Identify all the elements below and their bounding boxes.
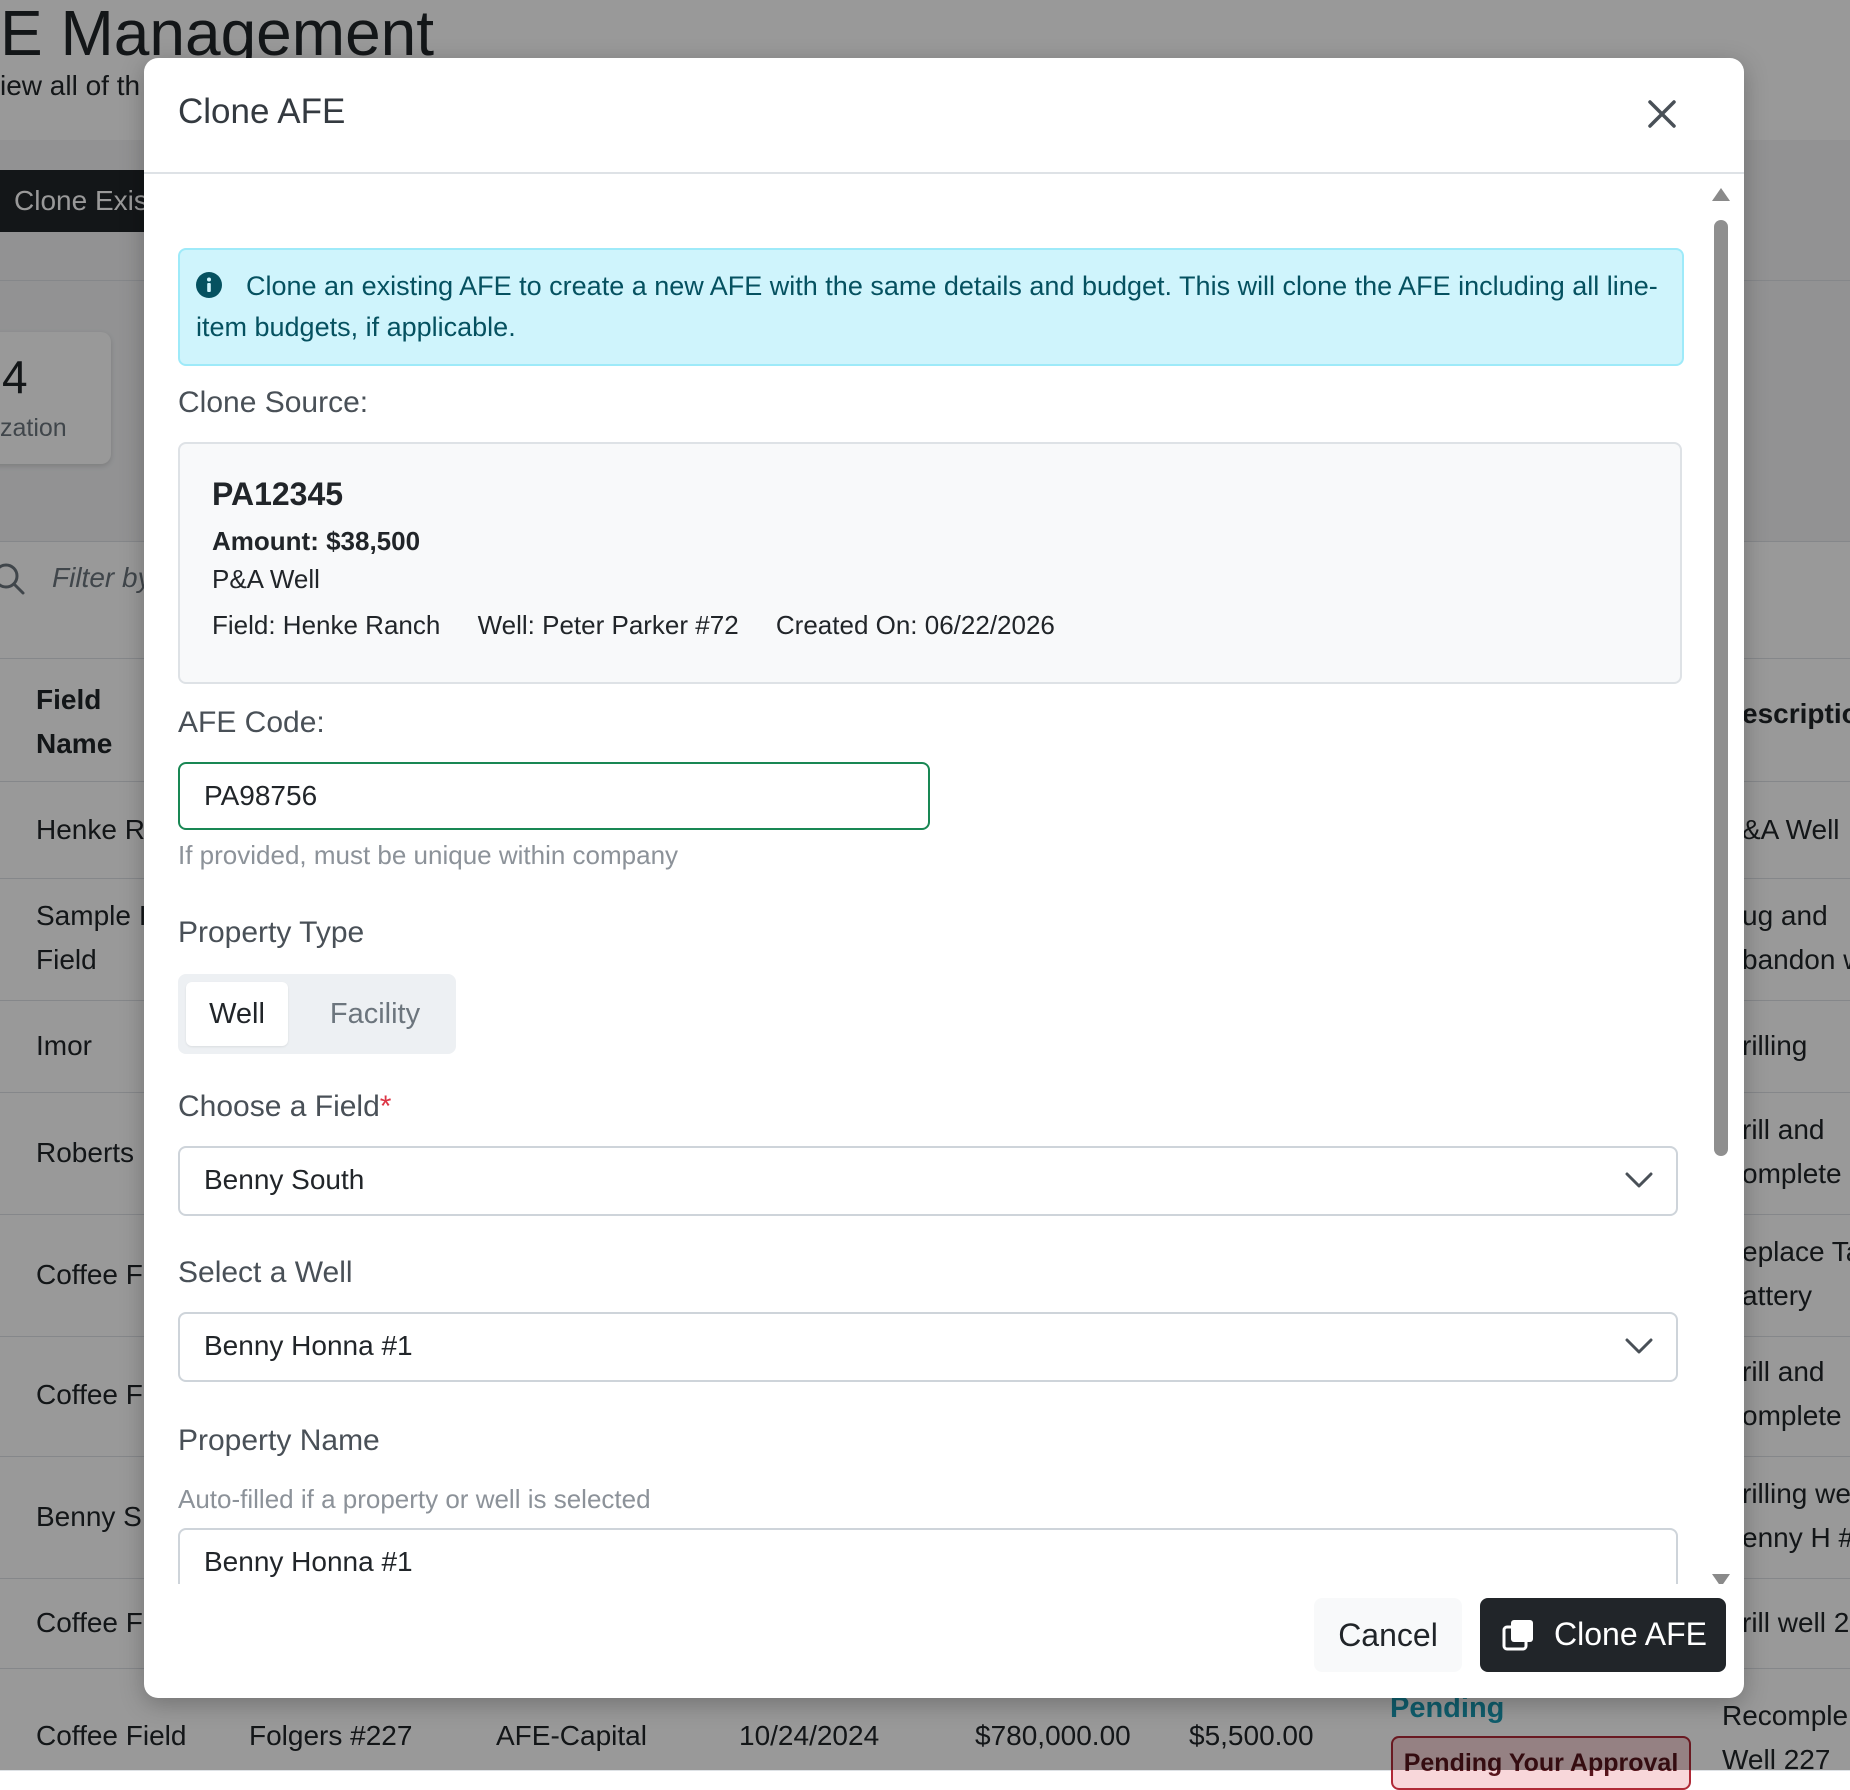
afe-code-hint: If provided, must be unique within compa… <box>178 840 679 870</box>
modal-title: Clone AFE <box>178 92 346 131</box>
property-name-input[interactable] <box>178 1528 1678 1584</box>
property-type-toggle: Well Facility <box>178 974 456 1054</box>
source-well: Well: Peter Parker #72 <box>477 610 739 640</box>
scroll-down-arrow-icon[interactable] <box>1712 1574 1730 1584</box>
chevron-down-icon <box>1625 1172 1653 1188</box>
modal-body: Clone an existing AFE to create a new AF… <box>144 174 1744 1584</box>
source-type: P&A Well <box>212 564 320 594</box>
info-alert: Clone an existing AFE to create a new AF… <box>178 248 1684 366</box>
clone-icon <box>1502 1620 1533 1651</box>
field-select[interactable]: Benny South <box>178 1146 1678 1216</box>
chevron-down-icon <box>1625 1338 1653 1354</box>
scrollbar-thumb[interactable] <box>1714 220 1728 1156</box>
afe-code-label: AFE Code: <box>178 706 325 739</box>
close-icon[interactable] <box>1642 94 1682 134</box>
select-well-label: Select a Well <box>178 1256 353 1289</box>
required-mark: * <box>379 1090 392 1123</box>
source-field: Field: Henke Ranch <box>212 610 441 640</box>
clone-source-card: PA12345 Amount: $38,500 P&A Well Field: … <box>178 442 1682 684</box>
property-name-hint: Auto-filled if a property or well is sel… <box>178 1484 651 1514</box>
modal-header: Clone AFE <box>144 58 1744 174</box>
clone-source-label: Clone Source: <box>178 386 369 419</box>
clone-afe-button[interactable]: Clone AFE <box>1480 1598 1726 1672</box>
scrollbar[interactable] <box>1708 184 1736 1584</box>
property-type-well-option[interactable]: Well <box>186 982 288 1046</box>
well-select[interactable]: Benny Honna #1 <box>178 1312 1678 1382</box>
property-type-facility-option[interactable]: Facility <box>310 982 440 1046</box>
source-amount: Amount: $38,500 <box>212 526 421 556</box>
source-meta: Field: Henke Ranch Well: Peter Parker #7… <box>212 610 1085 641</box>
field-select-value: Benny South <box>204 1164 365 1195</box>
choose-field-label: Choose a Field* <box>178 1090 392 1123</box>
info-alert-text: Clone an existing AFE to create a new AF… <box>196 271 1658 342</box>
property-name-label: Property Name <box>178 1424 380 1457</box>
source-afe-code: PA12345 <box>212 476 344 512</box>
afe-code-input[interactable] <box>178 762 930 830</box>
scroll-up-arrow-icon[interactable] <box>1712 188 1730 201</box>
cancel-button[interactable]: Cancel <box>1314 1598 1462 1672</box>
clone-afe-modal: Clone AFE Clone an existing AFE to creat… <box>144 58 1744 1698</box>
modal-footer: Cancel Clone AFE <box>144 1584 1744 1698</box>
property-type-label: Property Type <box>178 916 365 949</box>
well-select-value: Benny Honna #1 <box>204 1330 413 1361</box>
source-created-on: Created On: 06/22/2026 <box>775 610 1055 640</box>
clone-afe-button-label: Clone AFE <box>1554 1616 1707 1652</box>
